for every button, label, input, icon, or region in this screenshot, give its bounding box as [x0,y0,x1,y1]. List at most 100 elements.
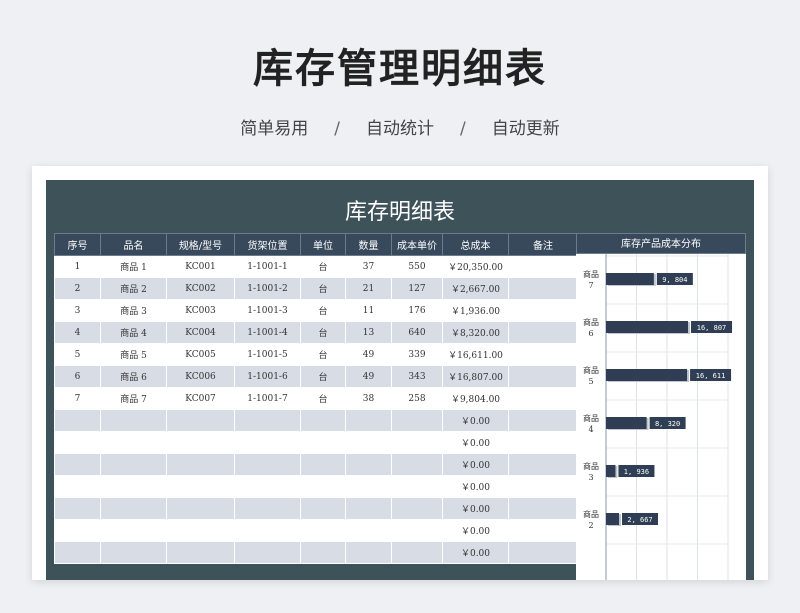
table-cell[interactable] [391,409,443,432]
table-cell[interactable]: ￥0.00 [442,541,509,564]
table-cell[interactable]: 1-1001-1 [234,255,301,278]
table-cell[interactable] [100,519,167,542]
table-cell[interactable] [234,497,301,520]
table-cell[interactable]: ￥0.00 [442,519,509,542]
column-header[interactable]: 总成本 [442,233,509,256]
column-header[interactable]: 规格/型号 [166,233,235,256]
table-cell[interactable]: ￥16,611.00 [442,343,509,366]
table-cell[interactable] [508,321,578,344]
table-cell[interactable]: 13 [345,321,392,344]
table-cell[interactable]: 3 [54,299,101,322]
column-header[interactable]: 品名 [100,233,167,256]
table-cell[interactable] [166,541,235,564]
table-cell[interactable]: ￥0.00 [442,409,509,432]
table-cell[interactable] [508,497,578,520]
table-cell[interactable]: ￥2,667.00 [442,277,509,300]
table-cell[interactable]: 商品 1 [100,255,167,278]
column-header[interactable]: 数量 [345,233,392,256]
table-cell[interactable]: 1-1001-6 [234,365,301,388]
column-header[interactable]: 备注 [508,233,578,256]
table-cell[interactable]: 21 [345,277,392,300]
table-cell[interactable] [508,541,578,564]
table-cell[interactable]: 台 [300,299,346,322]
table-cell[interactable] [345,453,392,476]
table-cell[interactable] [54,453,101,476]
table-cell[interactable]: 商品 3 [100,299,167,322]
table-cell[interactable]: 176 [391,299,443,322]
table-cell[interactable]: KC006 [166,365,235,388]
table-cell[interactable]: 商品 6 [100,365,167,388]
table-cell[interactable] [508,343,578,366]
table-cell[interactable]: 37 [345,255,392,278]
table-cell[interactable]: 2 [54,277,101,300]
table-cell[interactable]: KC005 [166,343,235,366]
table-cell[interactable] [345,475,392,498]
table-cell[interactable] [508,365,578,388]
table-cell[interactable]: 343 [391,365,443,388]
table-cell[interactable]: 1-1001-2 [234,277,301,300]
table-cell[interactable]: 商品 5 [100,343,167,366]
table-cell[interactable]: ￥0.00 [442,453,509,476]
table-cell[interactable]: 49 [345,365,392,388]
table-cell[interactable] [300,497,346,520]
table-cell[interactable] [166,519,235,542]
column-header[interactable]: 货架位置 [234,233,301,256]
table-cell[interactable] [100,453,167,476]
table-cell[interactable]: 商品 7 [100,387,167,410]
table-cell[interactable] [100,431,167,454]
table-cell[interactable]: ￥0.00 [442,497,509,520]
table-cell[interactable]: KC007 [166,387,235,410]
table-cell[interactable]: 商品 4 [100,321,167,344]
table-cell[interactable]: 商品 2 [100,277,167,300]
table-cell[interactable]: 1 [54,255,101,278]
table-cell[interactable]: 6 [54,365,101,388]
table-cell[interactable]: ￥1,936.00 [442,299,509,322]
table-cell[interactable] [300,475,346,498]
table-cell[interactable]: 38 [345,387,392,410]
table-cell[interactable] [300,541,346,564]
table-cell[interactable]: 台 [300,255,346,278]
table-cell[interactable]: ￥20,350.00 [442,255,509,278]
table-cell[interactable] [391,541,443,564]
table-cell[interactable] [166,409,235,432]
table-cell[interactable] [391,519,443,542]
table-cell[interactable] [54,497,101,520]
table-cell[interactable] [391,431,443,454]
table-cell[interactable]: 7 [54,387,101,410]
table-cell[interactable]: 1-1001-5 [234,343,301,366]
table-cell[interactable]: 127 [391,277,443,300]
table-cell[interactable]: KC001 [166,255,235,278]
column-header[interactable]: 单位 [300,233,346,256]
table-cell[interactable] [508,255,578,278]
table-cell[interactable]: 台 [300,387,346,410]
table-cell[interactable] [234,409,301,432]
table-cell[interactable] [508,519,578,542]
table-cell[interactable]: 550 [391,255,443,278]
table-cell[interactable]: 台 [300,277,346,300]
table-cell[interactable] [54,475,101,498]
table-cell[interactable] [508,409,578,432]
table-cell[interactable] [508,277,578,300]
table-cell[interactable] [508,299,578,322]
table-cell[interactable]: KC003 [166,299,235,322]
table-cell[interactable]: 258 [391,387,443,410]
table-cell[interactable]: 1-1001-7 [234,387,301,410]
table-cell[interactable]: ￥8,320.00 [442,321,509,344]
table-cell[interactable] [166,453,235,476]
table-cell[interactable] [300,409,346,432]
table-cell[interactable]: 4 [54,321,101,344]
table-cell[interactable] [345,409,392,432]
table-cell[interactable]: 49 [345,343,392,366]
table-cell[interactable] [100,475,167,498]
table-cell[interactable] [166,431,235,454]
table-cell[interactable] [100,497,167,520]
table-cell[interactable]: ￥0.00 [442,431,509,454]
table-cell[interactable]: ￥9,804.00 [442,387,509,410]
table-cell[interactable]: 339 [391,343,443,366]
table-cell[interactable] [508,387,578,410]
table-cell[interactable] [234,519,301,542]
table-cell[interactable] [166,497,235,520]
table-cell[interactable]: ￥0.00 [442,475,509,498]
table-cell[interactable]: 11 [345,299,392,322]
table-cell[interactable] [391,453,443,476]
